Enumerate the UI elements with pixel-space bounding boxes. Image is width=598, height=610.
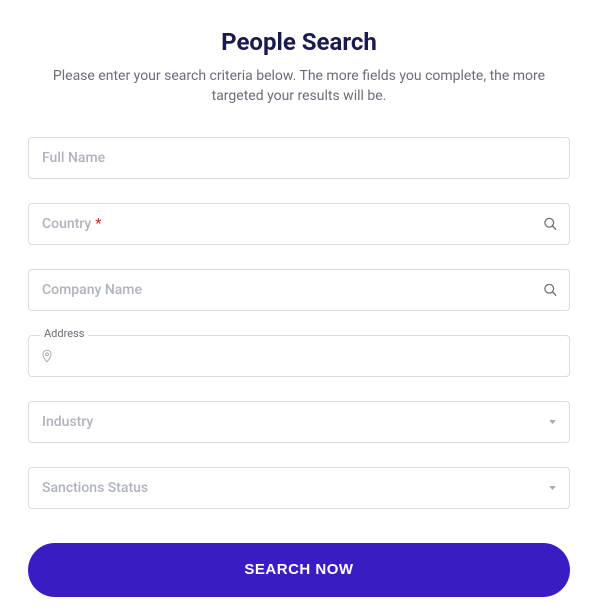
- industry-field: Industry: [28, 401, 570, 443]
- sanctions-field: Sanctions Status: [28, 467, 570, 509]
- company-field: Company Name: [28, 269, 570, 311]
- country-input[interactable]: [28, 203, 570, 245]
- full-name-input[interactable]: [28, 137, 570, 179]
- industry-select[interactable]: [28, 401, 570, 443]
- country-field: Country*: [28, 203, 570, 245]
- full-name-field: Full Name: [28, 137, 570, 179]
- search-now-button[interactable]: SEARCH NOW: [28, 543, 570, 597]
- company-input[interactable]: [28, 269, 570, 311]
- page-subtitle: Please enter your search criteria below.…: [28, 66, 570, 107]
- sanctions-select[interactable]: [28, 467, 570, 509]
- address-label: Address: [40, 327, 88, 340]
- address-input[interactable]: [28, 335, 570, 377]
- address-field: Address: [28, 335, 570, 377]
- page-title: People Search: [28, 28, 570, 56]
